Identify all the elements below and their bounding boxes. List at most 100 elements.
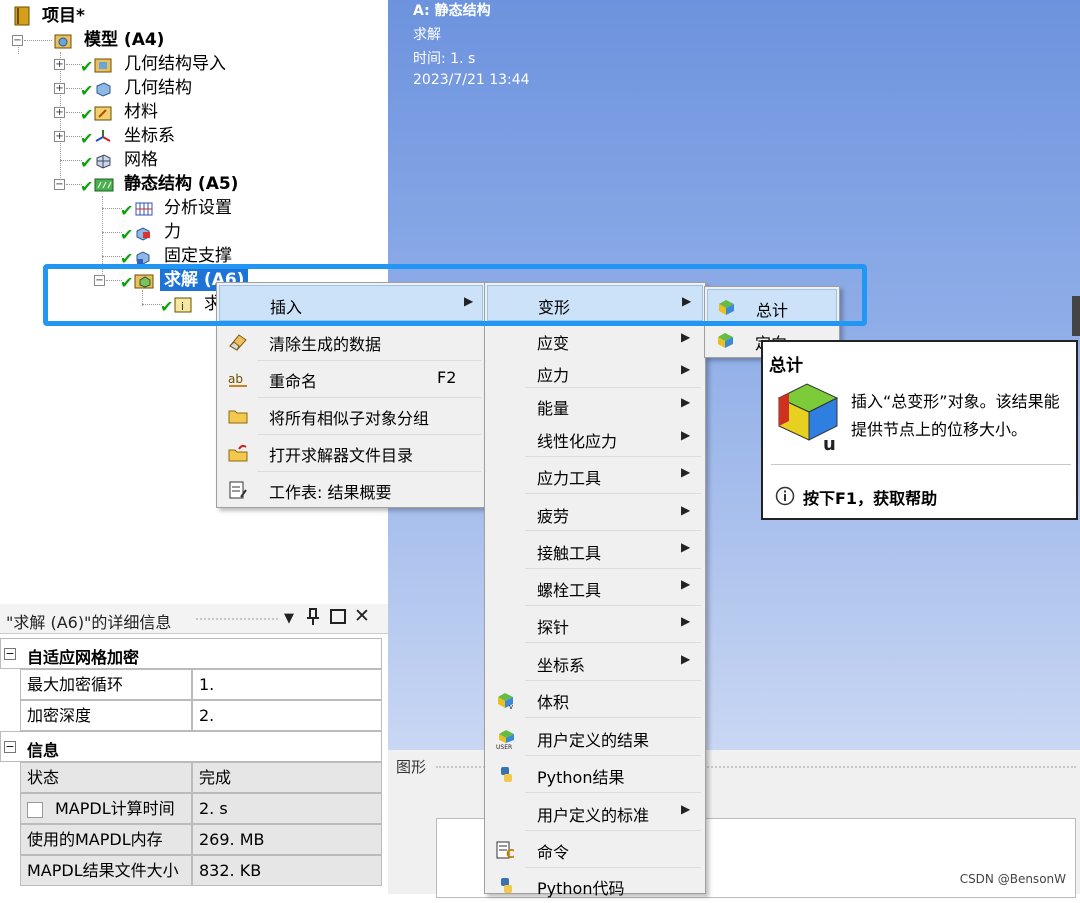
submenu-arrow-icon: ▶ bbox=[681, 652, 691, 666]
svg-text:USER: USER bbox=[496, 744, 512, 750]
menu-item-label: Python结果 bbox=[537, 768, 625, 787]
worksheet-icon bbox=[227, 480, 249, 500]
tree-item-coordinate-systems[interactable]: + ✔ 坐标系 bbox=[0, 124, 380, 148]
tree-label: 网格 bbox=[124, 150, 158, 170]
close-icon[interactable]: ✕ bbox=[354, 605, 370, 627]
submenu-item-linearized-stress[interactable]: 线性化应力 ▶ bbox=[487, 420, 703, 456]
mesh-icon bbox=[94, 152, 112, 169]
viewport-time: 时间: 1. s bbox=[413, 51, 476, 67]
svg-text:v: v bbox=[509, 703, 513, 710]
menu-item-label: 螺栓工具 bbox=[537, 581, 602, 600]
svg-text:ab: ab bbox=[228, 372, 243, 386]
coordinate-system-icon bbox=[94, 128, 112, 144]
details-section-adaptive-refinement[interactable]: − 自适应网格加密 bbox=[0, 638, 382, 669]
tree-item-geometry[interactable]: + ✔ 几何结构 bbox=[0, 76, 380, 100]
dropdown-arrow-icon[interactable]: ▼ bbox=[284, 611, 294, 626]
menu-item-open-solver-dir[interactable]: 打开求解器文件目录 bbox=[219, 434, 483, 470]
details-row[interactable]: 最大加密循环 1. bbox=[20, 669, 382, 700]
submenu-arrow-icon: ▶ bbox=[681, 362, 691, 376]
tree-item-geometry-import[interactable]: + ✔ 几何结构导入 bbox=[0, 52, 380, 76]
tree-label: 材料 bbox=[124, 102, 158, 122]
submenu-item-user-defined-criterion[interactable]: 用户定义的标准 ▶ bbox=[487, 794, 703, 830]
section-title: 自适应网格加密 bbox=[27, 648, 140, 667]
submenu-item-probe[interactable]: 探针 ▶ bbox=[487, 606, 703, 642]
submenu-item-commands[interactable]: C 命令 bbox=[487, 831, 703, 867]
details-key: MAPDL计算时间 bbox=[20, 793, 192, 824]
submenu-arrow-icon: ▶ bbox=[681, 540, 691, 554]
details-value[interactable]: 1. bbox=[192, 669, 382, 700]
submenu-item-strain[interactable]: 应变 ▶ bbox=[487, 322, 703, 358]
geometry-import-icon bbox=[94, 56, 112, 73]
folder-icon bbox=[227, 406, 249, 426]
tree-item-mesh[interactable]: ✔ 网格 bbox=[0, 148, 380, 172]
user-defined-result-icon: USER bbox=[495, 728, 517, 751]
submenu-item-volume[interactable]: v 体积 bbox=[487, 681, 703, 717]
expand-icon[interactable]: + bbox=[54, 131, 65, 142]
menu-item-rename[interactable]: ab 重命名 F2 bbox=[219, 360, 483, 396]
menu-separator bbox=[525, 792, 701, 793]
panel-grip[interactable] bbox=[196, 618, 278, 620]
tooltip-body: 插入“总变形”对象。该结果能提供节点上的位移大小。 bbox=[851, 392, 1060, 439]
collapse-icon[interactable]: − bbox=[54, 179, 65, 190]
collapse-icon[interactable]: − bbox=[4, 648, 16, 660]
menu-item-worksheet[interactable]: 工作表: 结果概要 bbox=[219, 471, 483, 507]
expand-icon[interactable]: + bbox=[54, 83, 65, 94]
submenu-item-user-defined-result[interactable]: USER 用户定义的结果 bbox=[487, 719, 703, 755]
tree-item-materials[interactable]: + ✔ 材料 bbox=[0, 100, 380, 124]
tooltip-divider bbox=[771, 464, 1071, 465]
submenu-item-python-code[interactable]: Python代码 bbox=[487, 867, 703, 903]
model-icon bbox=[54, 32, 72, 49]
svg-text:u: u bbox=[823, 434, 836, 452]
pin-icon[interactable] bbox=[306, 608, 320, 630]
python-icon bbox=[495, 765, 517, 785]
menu-item-clear-generated-data[interactable]: 清除生成的数据 bbox=[219, 323, 483, 359]
directional-deformation-icon bbox=[715, 330, 737, 350]
submenu-item-energy[interactable]: 能量 ▶ bbox=[487, 387, 703, 423]
tree-item-model[interactable]: − 模型 (A4) bbox=[0, 28, 380, 52]
menu-item-label: 接触工具 bbox=[537, 544, 602, 563]
menu-item-group-similar[interactable]: 将所有相似子对象分组 bbox=[219, 397, 483, 433]
details-key: 使用的MAPDL内存 bbox=[20, 824, 192, 855]
collapse-icon[interactable]: − bbox=[4, 741, 16, 753]
menu-item-label: 打开求解器文件目录 bbox=[269, 446, 414, 465]
details-key: 最大加密循环 bbox=[20, 669, 192, 700]
force-icon bbox=[134, 224, 152, 241]
tree-label: 项目* bbox=[42, 6, 85, 26]
details-value: 832. KB bbox=[192, 855, 382, 886]
tooltip-total-deformation: 总计 u 插入“总变形”对象。该结果能提供节点上的位移大小。 按下F1，获取帮助 bbox=[761, 340, 1078, 520]
tree-connector bbox=[24, 40, 52, 41]
maximize-icon[interactable] bbox=[330, 608, 346, 628]
menu-item-label: 坐标系 bbox=[537, 656, 586, 675]
submenu-item-contact-tool[interactable]: 接触工具 ▶ bbox=[487, 532, 703, 568]
submenu-item-stress-tool[interactable]: 应力工具 ▶ bbox=[487, 457, 703, 493]
python-icon bbox=[495, 876, 517, 896]
tooltip-title: 总计 bbox=[769, 356, 803, 376]
menu-item-label: 体积 bbox=[537, 693, 570, 712]
menu-separator bbox=[525, 642, 701, 643]
tree-item-project[interactable]: 项目* bbox=[0, 4, 380, 28]
submenu-item-coordinate-systems[interactable]: 坐标系 ▶ bbox=[487, 644, 703, 680]
menu-item-label: 线性化应力 bbox=[537, 432, 618, 451]
details-row: 使用的MAPDL内存 269. MB bbox=[20, 824, 382, 855]
expand-icon[interactable]: + bbox=[54, 107, 65, 118]
details-panel: "求解 (A6)"的详细信息 ▼ ✕ − 自适应网格加密 最大加密循环 1. 加… bbox=[0, 604, 388, 894]
tree-item-static-structural[interactable]: − ✔ 静态结构 (A5) bbox=[0, 172, 380, 196]
checkbox[interactable] bbox=[27, 801, 43, 818]
expand-icon[interactable]: + bbox=[54, 59, 65, 70]
tree-label: 力 bbox=[164, 222, 181, 242]
details-row[interactable]: 加密深度 2. bbox=[20, 700, 382, 731]
tree-item-analysis-settings[interactable]: ✔ 分析设置 bbox=[0, 196, 380, 220]
submenu-item-stress[interactable]: 应力 ▶ bbox=[487, 354, 703, 390]
details-key-text: MAPDL计算时间 bbox=[55, 799, 175, 818]
submenu-arrow-icon: ▶ bbox=[681, 330, 691, 344]
details-section-information[interactable]: − 信息 bbox=[0, 731, 382, 762]
submenu-arrow-icon: ▶ bbox=[681, 503, 691, 517]
collapse-icon[interactable]: − bbox=[12, 35, 23, 46]
submenu-item-python-result[interactable]: Python结果 bbox=[487, 756, 703, 792]
tree-item-force[interactable]: ✔ 力 bbox=[0, 220, 380, 244]
viewport-subtitle: 求解 bbox=[413, 27, 441, 43]
tree-connector bbox=[102, 256, 122, 257]
submenu-item-fatigue[interactable]: 疲劳 ▶ bbox=[487, 495, 703, 531]
details-value[interactable]: 2. bbox=[192, 700, 382, 731]
submenu-item-bolt-tool[interactable]: 螺栓工具 ▶ bbox=[487, 569, 703, 605]
